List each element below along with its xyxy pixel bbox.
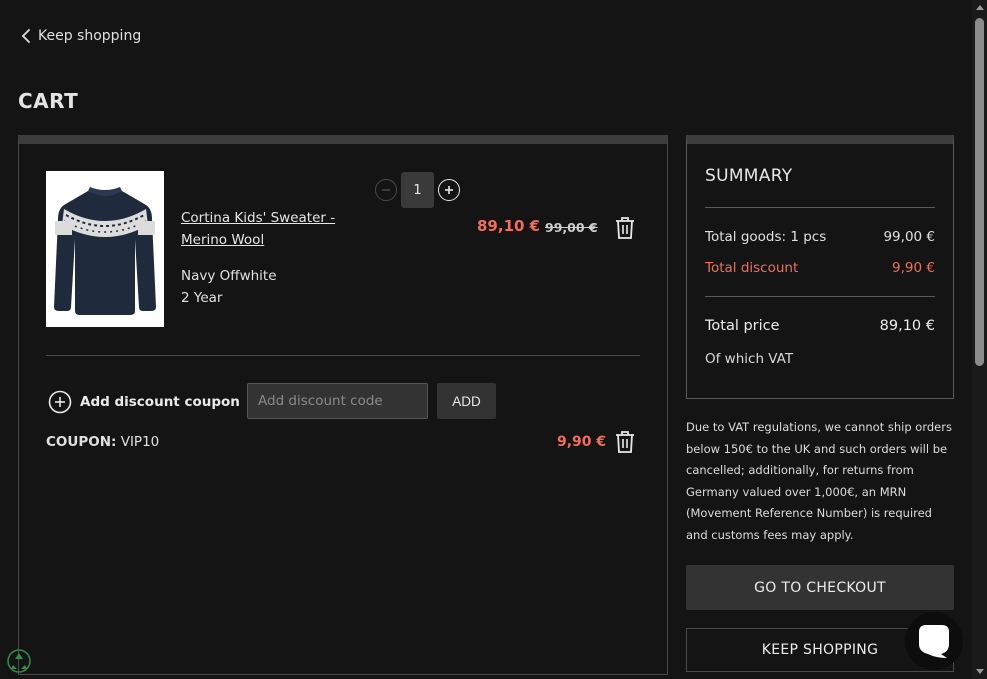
add-discount-button[interactable]: ADD	[437, 383, 496, 419]
item-divider	[46, 355, 640, 356]
remove-item-button[interactable]	[614, 216, 636, 240]
keep-shopping-label: Keep shopping	[38, 28, 142, 44]
chevron-left-icon	[21, 29, 30, 43]
product-size: 2 Year	[181, 290, 223, 306]
remove-coupon-button[interactable]	[614, 430, 636, 454]
total-goods-label: Total goods: 1 pcs	[705, 229, 827, 245]
cart-panel: Cortina Kids' Sweater - Merino Wool Navy…	[18, 135, 668, 675]
sweater-illustration	[54, 187, 156, 315]
coupon-amount: 9,90 €	[557, 434, 607, 450]
coupon-prefix: COUPON:	[46, 434, 117, 450]
quantity-stepper: 1	[375, 172, 460, 208]
page-scrollbar[interactable]	[972, 0, 987, 679]
total-discount-row: Total discount 9,90 €	[705, 260, 935, 276]
total-discount-label: Total discount	[705, 260, 799, 276]
summary-title: SUMMARY	[705, 166, 793, 186]
go-to-checkout-button[interactable]: GO TO CHECKOUT	[686, 565, 954, 610]
summary-divider	[705, 296, 935, 297]
total-goods-row: Total goods: 1 pcs 99,00 €	[705, 229, 935, 245]
total-price-label: Total price	[705, 318, 780, 334]
add-discount-coupon-label: Add discount coupon	[80, 394, 240, 410]
coupon-code: VIP10	[120, 434, 160, 450]
plus-icon	[445, 186, 453, 194]
product-color: Navy Offwhite	[181, 268, 277, 284]
trash-icon	[616, 431, 634, 453]
chat-icon	[919, 625, 949, 658]
vat-label: Of which VAT	[705, 351, 794, 367]
trash-icon	[616, 217, 634, 239]
keep-shopping-link[interactable]: Keep shopping	[20, 28, 141, 44]
summary-divider	[705, 207, 935, 208]
quantity-value[interactable]: 1	[401, 172, 434, 208]
total-price-value: 89,10 €	[879, 318, 935, 334]
product-name-link[interactable]: Cortina Kids' Sweater - Merino Wool	[181, 207, 351, 251]
sale-price: 89,10 €	[477, 217, 541, 235]
product-image[interactable]	[46, 171, 164, 327]
plus-circle-icon	[48, 390, 72, 414]
recycle-icon	[7, 649, 31, 673]
chat-button[interactable]	[905, 612, 963, 670]
decrease-quantity-button[interactable]	[375, 179, 397, 201]
shipping-notice: Due to VAT regulations, we cannot ship o…	[686, 420, 952, 542]
add-discount-coupon-toggle[interactable]: Add discount coupon	[48, 390, 240, 414]
increase-quantity-button[interactable]	[438, 179, 460, 201]
minus-icon	[382, 189, 390, 191]
scroll-thumb[interactable]	[975, 18, 984, 366]
order-summary: SUMMARY Total goods: 1 pcs 99,00 € Total…	[686, 135, 954, 399]
total-price-row: Total price 89,10 €	[705, 318, 935, 334]
scroll-up-arrow[interactable]	[976, 5, 984, 10]
discount-code-input[interactable]	[247, 383, 428, 419]
total-goods-value: 99,00 €	[883, 229, 935, 245]
scroll-down-arrow[interactable]	[976, 669, 984, 674]
recycle-icon[interactable]	[6, 648, 32, 674]
total-discount-value: 9,90 €	[892, 260, 935, 276]
original-price: 99,00 €	[545, 220, 598, 235]
applied-coupon: COUPON: VIP10	[46, 434, 159, 450]
page-title: CART	[18, 89, 79, 113]
